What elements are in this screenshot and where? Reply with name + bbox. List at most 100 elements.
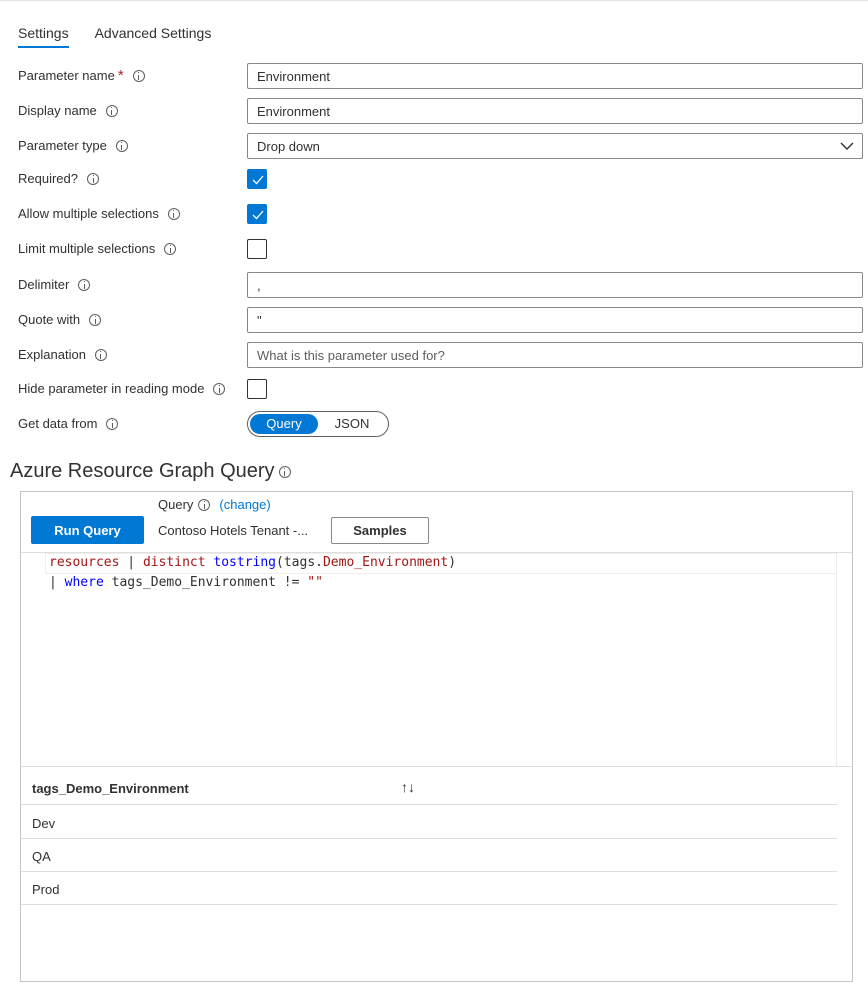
delimiter-input[interactable] <box>247 272 863 298</box>
quote-with-text: Quote with <box>18 312 81 327</box>
info-icon[interactable] <box>278 465 291 478</box>
info-icon[interactable] <box>78 278 91 291</box>
query-source-selector[interactable]: Contoso Hotels Tenant -... <box>158 523 308 538</box>
row-required: Required? <box>18 166 864 192</box>
parameter-name-input[interactable] <box>247 63 863 89</box>
info-icon[interactable] <box>105 104 118 117</box>
hide-in-reading-text: Hide parameter in reading mode <box>18 381 205 396</box>
row-hide-in-reading: Hide parameter in reading mode <box>18 376 864 402</box>
hide-in-reading-label: Hide parameter in reading mode <box>18 381 226 396</box>
data-source-toggle: Query JSON <box>247 411 389 437</box>
quote-with-label: Quote with <box>18 312 102 327</box>
parameter-type-label: Parameter type <box>18 138 128 153</box>
hide-in-reading-checkbox[interactable] <box>247 379 267 399</box>
code-token: tags_Demo_Environment != <box>103 575 308 590</box>
limit-multiple-text: Limit multiple selections <box>18 241 156 256</box>
code-token: resources <box>49 555 120 570</box>
toggle-option-json[interactable]: JSON <box>318 414 386 434</box>
allow-multiple-label: Allow multiple selections <box>18 206 180 221</box>
display-name-input[interactable] <box>247 98 863 124</box>
row-get-data-from: Get data from Query JSON <box>18 411 864 437</box>
required-label: Required? <box>18 171 99 186</box>
info-icon[interactable] <box>106 417 119 430</box>
allow-multiple-checkbox[interactable] <box>247 204 267 224</box>
row-display-name: Display name <box>18 98 864 124</box>
row-allow-multiple: Allow multiple selections <box>18 201 864 227</box>
limit-multiple-checkbox[interactable] <box>247 239 267 259</box>
code-line-2: | where tags_Demo_Environment != "" <box>49 575 323 590</box>
info-icon[interactable] <box>164 242 177 255</box>
table-row[interactable]: QA <box>21 839 837 872</box>
row-parameter-name: Parameter name * <box>18 63 864 89</box>
display-name-label: Display name <box>18 103 118 118</box>
query-panel: Run Query Query (change) Contoso Hotels … <box>20 491 853 982</box>
code-token: Demo_Environment <box>322 555 449 570</box>
explanation-input[interactable] <box>247 342 863 368</box>
table-cell: QA <box>32 849 51 864</box>
table-row[interactable]: Dev <box>21 806 837 839</box>
query-label-text: Query <box>158 497 194 512</box>
get-data-from-text: Get data from <box>18 416 98 431</box>
info-icon[interactable] <box>213 382 226 395</box>
query-section-title-text: Azure Resource Graph Query <box>10 460 275 482</box>
parameter-type-value: Drop down <box>257 138 320 154</box>
table-cell: Prod <box>32 882 60 897</box>
chevron-down-icon <box>840 142 854 150</box>
query-label: Query (change) <box>158 497 271 512</box>
parameter-type-text: Parameter type <box>18 138 107 153</box>
explanation-text: Explanation <box>18 347 86 362</box>
quote-with-input[interactable] <box>247 307 863 333</box>
table-row[interactable]: Prod <box>21 872 837 905</box>
run-query-button[interactable]: Run Query <box>31 516 144 544</box>
info-icon[interactable] <box>167 207 180 220</box>
code-token: | <box>49 575 65 590</box>
parameter-name-text: Parameter name <box>18 68 115 83</box>
code-line-1: resources | distinct tostring(tags.Demo_… <box>49 555 456 570</box>
delimiter-label: Delimiter <box>18 277 91 292</box>
parameter-name-label: Parameter name * <box>18 68 145 83</box>
row-delimiter: Delimiter <box>18 272 864 298</box>
tab-settings[interactable]: Settings <box>18 22 69 50</box>
code-token: ) <box>448 555 457 570</box>
column-header[interactable]: tags_Demo_Environment <box>32 781 189 796</box>
checkmark-icon <box>252 210 264 220</box>
editor-scrollbar[interactable] <box>836 553 852 766</box>
required-text: Required? <box>18 171 78 186</box>
display-name-text: Display name <box>18 103 97 118</box>
query-editor[interactable]: resources | distinct tostring(tags.Demo_… <box>21 552 852 767</box>
info-icon[interactable] <box>94 348 107 361</box>
delimiter-text: Delimiter <box>18 277 70 292</box>
info-icon[interactable] <box>87 172 99 185</box>
code-token: (tags. <box>276 555 323 570</box>
allow-multiple-text: Allow multiple selections <box>18 206 159 221</box>
tab-advanced-settings[interactable]: Advanced Settings <box>95 22 212 50</box>
info-icon[interactable] <box>198 498 211 511</box>
row-quote-with: Quote with <box>18 307 864 333</box>
row-explanation: Explanation <box>18 342 864 368</box>
code-token: distinct <box>142 555 206 570</box>
info-icon[interactable] <box>89 313 102 326</box>
tab-bar: Settings Advanced Settings <box>18 22 237 50</box>
change-link[interactable]: (change) <box>219 497 270 512</box>
query-section-title: Azure Resource Graph Query <box>10 460 291 483</box>
toggle-option-query[interactable]: Query <box>250 414 318 434</box>
row-limit-multiple: Limit multiple selections <box>18 236 864 262</box>
sort-icon[interactable]: ↑↓ <box>401 779 415 795</box>
required-checkbox[interactable] <box>247 169 267 189</box>
parameter-type-dropdown[interactable]: Drop down <box>247 133 863 159</box>
info-icon[interactable] <box>115 139 128 152</box>
code-token: "" <box>307 575 323 590</box>
info-icon[interactable] <box>132 69 145 82</box>
row-parameter-type: Parameter type Drop down <box>18 133 864 159</box>
limit-multiple-label: Limit multiple selections <box>18 241 177 256</box>
table-cell: Dev <box>32 816 56 831</box>
checkmark-icon <box>252 175 264 185</box>
top-divider <box>0 0 868 1</box>
code-token: tostring <box>213 555 277 570</box>
table-header: tags_Demo_Environment ↑↓ <box>21 769 837 805</box>
required-asterisk: * <box>117 67 124 84</box>
explanation-label: Explanation <box>18 347 107 362</box>
code-token: where <box>64 575 104 590</box>
code-token: | <box>119 555 143 570</box>
samples-button[interactable]: Samples <box>331 517 429 544</box>
